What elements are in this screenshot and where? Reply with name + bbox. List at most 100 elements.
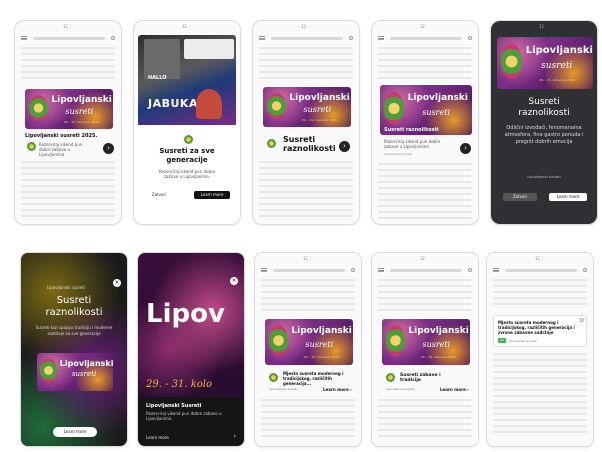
ad-banner-image[interactable]: Lipovljanski susreti 29. - 31. kolovoza … — [25, 89, 113, 129]
advertiser-name: lipovljanski susreti — [509, 339, 537, 343]
advertiser-name: Lipovljanski susreti — [386, 387, 415, 391]
url-bar[interactable] — [33, 36, 105, 40]
banner-dates: 29. - 31. kolovoza 2025. — [539, 77, 576, 82]
phone-preview-4[interactable]: 12 Lipovljanski susreti Susreti raznolik… — [371, 20, 479, 225]
page-text-lines — [21, 161, 115, 221]
banner-brand: Lipovljanski — [407, 93, 468, 103]
page-text-lines — [493, 353, 587, 437]
ad-banner-image[interactable]: Lipovljanski susreti 29. - 31. kolovoza … — [382, 319, 470, 365]
close-button[interactable]: Zatvori — [144, 191, 174, 199]
advertiser-name: Lipovljanski susreti — [269, 387, 298, 391]
learn-more-button[interactable]: Learn more — [549, 193, 587, 201]
menu-icon[interactable] — [378, 36, 384, 40]
close-icon[interactable]: × — [113, 279, 121, 287]
ad-banner-image[interactable]: Lipovljanski susreti Susreti raznolikost… — [380, 85, 472, 135]
status-time: 12 — [63, 24, 68, 29]
ad-title: Lipovljanski susreti 2025. — [25, 133, 98, 139]
search-icon[interactable] — [111, 36, 115, 40]
url-bar[interactable] — [271, 36, 343, 40]
advertiser-name: Lipovljanski susreti — [527, 175, 561, 179]
ad-title: Susreti raznolikosti — [283, 135, 336, 153]
ad-description: Rezerviraj vikend pun dobre zabave u Lip… — [39, 142, 83, 157]
phone-preview-10[interactable]: 12 Mjesto susreta modernog i tradicijsko… — [486, 252, 594, 447]
menu-icon[interactable] — [259, 36, 265, 40]
ad-collage-image[interactable]: HALLO JABUKA — [138, 35, 236, 127]
chevron-right-icon[interactable]: › — [234, 433, 236, 440]
text-ad-card[interactable]: Mjesto susreta modernog i tradicijskog, … — [493, 315, 587, 347]
banner-brand: Lipovljanski — [408, 326, 469, 337]
banner-dates: 29. - 31. kolovoza 2025. — [301, 118, 338, 123]
phone-preview-7[interactable]: × Lipov 29. - 31. kolo Lipovljanski Susr… — [137, 252, 245, 447]
menu-icon[interactable] — [493, 268, 499, 272]
banner-dates: 29. - 31. kolovoza 2025. — [303, 354, 340, 359]
ad-description: Rezerviraj vikend pun dobre zabave u Lip… — [384, 139, 441, 149]
status-time: 12 — [301, 24, 306, 29]
status-time: 12 — [539, 24, 544, 29]
banner-brand: Lipovljanski — [59, 359, 113, 369]
page-text-lines — [261, 279, 355, 315]
ad-preview-grid: 12 Lipovljanski susreti 29. - 31. kolovo… — [0, 0, 602, 452]
advertiser-logo — [184, 135, 193, 144]
chevron-right-icon[interactable]: › — [103, 143, 114, 154]
url-bar[interactable] — [390, 268, 462, 272]
phone-preview-3[interactable]: 12 Lipovljanski susreti 29. - 31. kolovo… — [252, 20, 360, 225]
chevron-right-icon[interactable]: › — [339, 141, 350, 152]
banner-brand: Lipovljanski — [51, 95, 112, 106]
wreath-logo-icon — [268, 325, 288, 356]
collage-photo — [184, 39, 234, 59]
phone-preview-8[interactable]: 12 Lipovljanski susreti 29. - 31. kolovo… — [254, 252, 362, 447]
browser-topbar — [378, 267, 472, 273]
ad-title: Susreti raznolikosti — [45, 295, 103, 318]
learn-more-button[interactable]: Learn more › — [440, 387, 469, 392]
browser-topbar — [21, 35, 115, 41]
phone-preview-2[interactable]: 12 HALLO JABUKA Susreti za sve generacij… — [133, 20, 241, 225]
ad-title: Susreti raznolikosti — [518, 97, 570, 118]
url-bar[interactable] — [390, 36, 462, 40]
browser-topbar — [493, 267, 587, 273]
ad-banner-image[interactable]: Lipovljanski susreti 29. - 31. kolovoza … — [497, 37, 593, 89]
ad-title: Susreti zabave i tradicije — [400, 373, 441, 383]
ad-background — [21, 253, 127, 446]
learn-more-button[interactable]: Learn more › — [323, 387, 352, 392]
search-icon[interactable] — [468, 36, 472, 40]
ad-badge: Ad — [498, 338, 506, 343]
chevron-right-icon[interactable]: › — [460, 143, 471, 154]
ad-description: Odlični izvođači, fenomenalna atmosfera,… — [504, 125, 584, 145]
status-time: 12 — [420, 256, 425, 261]
phone-preview-1[interactable]: 12 Lipovljanski susreti 29. - 31. kolovo… — [14, 20, 122, 225]
ad-description: Rezerviraj vikend pun dobre zabave u Lip… — [146, 411, 222, 421]
wreath-logo-icon — [40, 358, 57, 384]
banner-script: susreti — [422, 340, 451, 350]
advertiser-name: Lipovljanski susreti — [46, 285, 86, 290]
ad-banner-image[interactable]: Lipovljanski susreti — [37, 353, 113, 391]
page-text-lines — [378, 279, 472, 315]
banner-brand: Lipovljanski — [289, 93, 350, 104]
learn-more-button[interactable]: Learn more — [146, 435, 169, 440]
page-text-lines — [259, 47, 353, 83]
phone-preview-5[interactable]: 12 Lipovljanski susreti 29. - 31. kolovo… — [490, 20, 598, 225]
collage-photo — [196, 89, 222, 119]
search-icon[interactable] — [351, 268, 355, 272]
search-icon[interactable] — [468, 268, 472, 272]
page-text-lines — [261, 399, 355, 441]
search-icon[interactable] — [349, 36, 353, 40]
menu-icon[interactable] — [21, 36, 27, 40]
phone-preview-6[interactable]: Lipovljanski susreti × Susreti raznoliko… — [20, 252, 128, 447]
info-icon[interactable] — [580, 318, 584, 322]
advertiser-name: lipovljanski susreti — [384, 152, 412, 156]
close-icon[interactable]: × — [230, 277, 238, 285]
url-bar[interactable] — [505, 268, 577, 272]
phone-preview-9[interactable]: 12 Lipovljanski susreti 29. - 31. kolovo… — [371, 252, 479, 447]
ad-banner-image[interactable]: Lipovljanski susreti 29. - 31. kolovoza … — [265, 319, 353, 365]
menu-icon[interactable] — [378, 268, 384, 272]
learn-more-button[interactable]: Learn more — [53, 427, 97, 437]
close-button[interactable]: Zatvori — [503, 193, 537, 201]
url-bar[interactable] — [273, 268, 345, 272]
learn-more-button[interactable]: Learn more — [194, 191, 230, 199]
search-icon[interactable] — [583, 268, 587, 272]
wreath-logo-icon — [385, 325, 405, 356]
banner-dates: 29. - 31. kolovoza 2025. — [63, 120, 100, 125]
page-text-lines — [378, 399, 472, 441]
menu-icon[interactable] — [261, 268, 267, 272]
ad-banner-image[interactable]: Lipovljanski susreti 29. - 31. kolovoza … — [263, 87, 351, 127]
